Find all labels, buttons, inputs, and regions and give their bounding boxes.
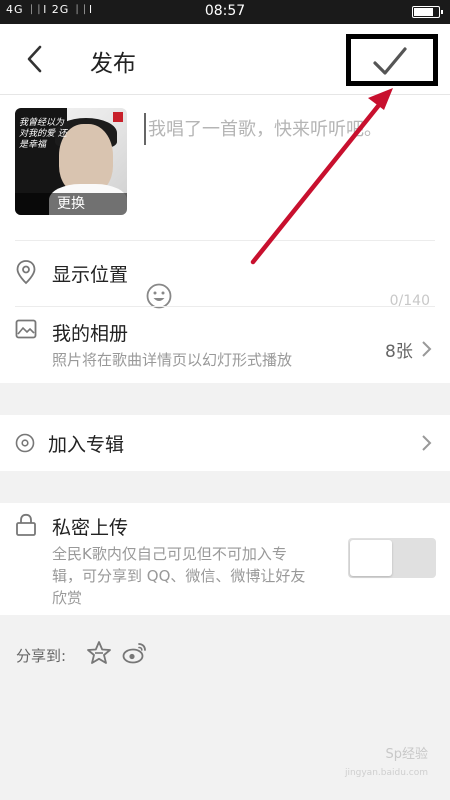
watermark-url: jingyan.baidu.com — [344, 768, 428, 778]
cover-badge — [113, 112, 123, 122]
special-album-label: 加入专辑 — [48, 434, 125, 456]
lock-icon — [16, 513, 36, 536]
chevron-right-icon — [422, 435, 432, 451]
clock: 08:57 — [204, 3, 246, 19]
private-description: 全民K歌内仅自己可见但不可加入专 辑，可分享到 QQ、微信、微博让好友 欣赏 — [52, 543, 305, 609]
share-label: 分享到: — [16, 647, 67, 665]
chevron-left-icon — [27, 45, 42, 73]
album-title: 我的相册 — [52, 323, 129, 345]
private-title: 私密上传 — [52, 517, 129, 539]
top-bar: 发布 — [0, 24, 450, 95]
page-title: 发布 — [90, 51, 136, 77]
share-qzone-button[interactable] — [86, 640, 112, 666]
image-icon — [15, 319, 37, 339]
private-description-line: 辑，可分享到 QQ、微信、微博让好友 — [52, 567, 306, 585]
section-gap — [0, 471, 450, 503]
caption-input[interactable] — [144, 113, 435, 145]
song-cover[interactable]: 我曾经以为对我的爱 还是幸福 更换 — [15, 108, 127, 215]
watermark-text: Sp经验 — [385, 747, 428, 762]
section-gap — [0, 383, 450, 415]
confirm-publish-button[interactable] — [346, 34, 438, 86]
chevron-right-icon — [422, 341, 432, 357]
share-weibo-button[interactable] — [122, 640, 148, 666]
back-button[interactable] — [18, 42, 52, 76]
photo-album-row[interactable]: 我的相册 照片将在歌曲详情页以幻灯形式播放 8张 — [0, 307, 450, 383]
location-label: 显示位置 — [52, 264, 129, 286]
location-pin-icon — [16, 260, 36, 285]
check-icon — [373, 47, 407, 75]
private-toggle[interactable] — [348, 538, 436, 578]
toggle-knob — [350, 540, 392, 576]
add-to-special-album-row[interactable]: 加入专辑 — [0, 415, 450, 471]
qzone-icon — [87, 641, 111, 664]
song-compose-section: 我曾经以为对我的爱 还是幸福 更换 0/140 显示位置 我的相册 照片将在歌曲… — [0, 95, 450, 383]
private-description-line: 欣赏 — [52, 589, 83, 607]
disc-icon — [15, 433, 35, 453]
status-bar: 4G ᛁᛁl 2G ᛁᛁl 08:57 — [0, 0, 450, 24]
battery-icon — [412, 6, 443, 18]
battery-fill — [414, 8, 433, 16]
cover-title-text: 我曾经以为对我的爱 还是幸福 — [19, 118, 67, 150]
weibo-icon — [122, 643, 146, 664]
album-subtitle: 照片将在歌曲详情页以幻灯形式播放 — [52, 351, 293, 369]
location-row[interactable]: 显示位置 — [0, 241, 450, 305]
album-count: 8张 — [385, 342, 413, 362]
private-description-line: 全民K歌内仅自己可见但不可加入专 — [52, 545, 287, 563]
change-cover-button[interactable]: 更换 — [15, 193, 127, 215]
